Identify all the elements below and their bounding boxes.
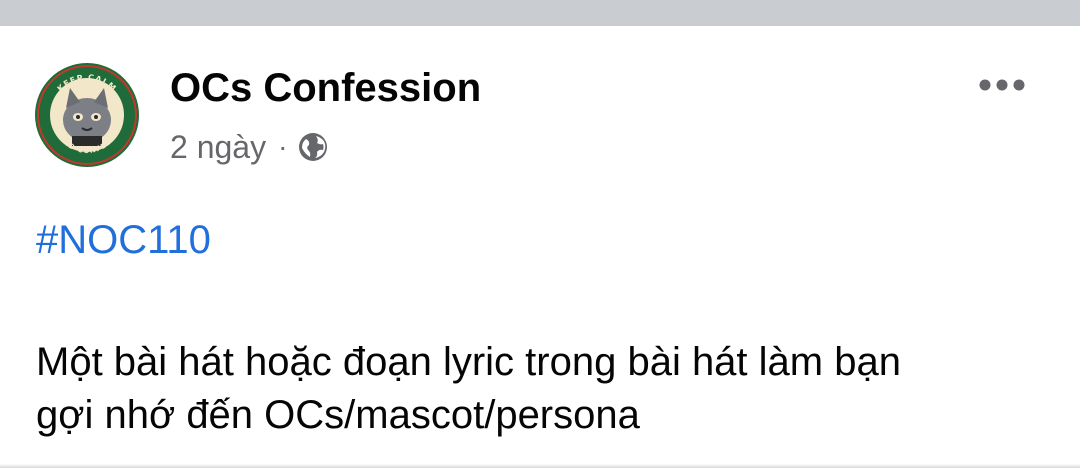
top-divider-bar (0, 0, 1080, 26)
post-body: Một bài hát hoặc đoạn lyric trong bài há… (36, 336, 1046, 442)
post-meta: 2 ngày · (170, 127, 329, 167)
avatar-logo: KEEP CALM AND CONFESS (35, 63, 139, 167)
page-name[interactable]: OCs Confession (170, 66, 481, 111)
post-timestamp[interactable]: 2 ngày (170, 129, 266, 166)
more-options-button[interactable] (972, 70, 1032, 100)
post-body-line: Một bài hát hoặc đoạn lyric trong bài há… (36, 340, 901, 384)
post-body-line: gợi nhớ đến OCs/mascot/persona (36, 393, 640, 437)
more-horizontal-icon (979, 79, 1025, 91)
bottom-divider (0, 464, 1080, 468)
hashtag-link[interactable]: #NOC110 (36, 218, 211, 263)
globe-icon[interactable] (297, 131, 329, 163)
meta-separator: · (278, 131, 288, 162)
post-card: KEEP CALM AND CONFESS OCs Confession 2 n… (0, 26, 1080, 468)
page-avatar[interactable]: KEEP CALM AND CONFESS (34, 62, 140, 168)
